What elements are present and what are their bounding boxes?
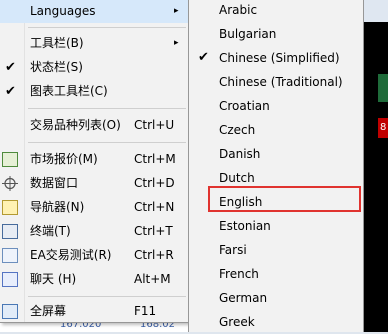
navigator-icon — [2, 200, 18, 215]
language-label: Chinese (Traditional) — [219, 75, 343, 89]
chart-price-tag: 8 — [378, 118, 388, 138]
strategy-tester-icon — [2, 248, 18, 263]
menu-item-label: 导航器(N) — [30, 200, 85, 214]
fullscreen-icon — [2, 304, 18, 319]
language-item-chinese-simplified[interactable]: ✔ Chinese (Simplified) — [189, 46, 363, 70]
language-label: Bulgarian — [219, 27, 277, 41]
language-label: Czech — [219, 123, 256, 137]
menu-shortcut: Ctrl+U — [134, 118, 175, 132]
language-label: German — [219, 291, 268, 305]
menu-shortcut: Ctrl+D — [134, 176, 175, 190]
crosshair-icon — [2, 176, 18, 191]
menu-item-label: 市场报价(M) — [30, 152, 98, 166]
english-highlight-box — [208, 186, 361, 212]
menu-item-market-watch[interactable]: 市场报价(M) Ctrl+M — [0, 148, 188, 171]
terminal-icon — [2, 224, 18, 239]
check-icon: ✔ — [5, 60, 16, 75]
menu-shortcut: Ctrl+M — [134, 152, 176, 166]
language-label: Farsi — [219, 243, 247, 257]
menu-item-label: EA交易测试(R) — [30, 248, 112, 262]
menu-shortcut: Ctrl+T — [134, 224, 173, 238]
submenu-arrow-icon: ▸ — [174, 6, 179, 16]
menu-item-languages[interactable]: Languages ▸ — [0, 0, 188, 23]
menu-separator — [28, 296, 186, 297]
menu-item-label: 图表工具栏(C) — [30, 84, 108, 98]
language-item-farsi[interactable]: Farsi — [189, 238, 363, 262]
language-item-arabic[interactable]: Arabic — [189, 0, 363, 22]
language-item-french[interactable]: French — [189, 262, 363, 286]
menu-separator — [28, 108, 186, 109]
chart-marker-green — [378, 74, 388, 102]
language-label: Chinese (Simplified) — [219, 51, 340, 65]
menu-item-label: Languages — [30, 4, 96, 18]
menu-separator — [28, 142, 186, 143]
menu-item-label: 聊天 (H) — [30, 272, 77, 286]
check-icon: ✔ — [198, 50, 209, 65]
menu-shortcut: F11 — [134, 304, 157, 318]
menu-item-toolbars[interactable]: 工具栏(B) ▸ — [0, 32, 188, 55]
menu-shortcut: Ctrl+N — [134, 200, 175, 214]
menu-item-label: 工具栏(B) — [30, 36, 84, 50]
language-item-croatian[interactable]: Croatian — [189, 94, 363, 118]
menu-item-symbols[interactable]: 交易品种列表(O) Ctrl+U — [0, 114, 188, 137]
language-item-german[interactable]: German — [189, 286, 363, 310]
language-item-danish[interactable]: Danish — [189, 142, 363, 166]
menu-shortcut: Ctrl+R — [134, 248, 174, 262]
language-label: Greek — [219, 315, 255, 329]
languages-submenu: Arabic Bulgarian ✔ Chinese (Simplified) … — [188, 0, 364, 332]
menu-item-status-bar[interactable]: ✔ 状态栏(S) — [0, 56, 188, 79]
language-item-chinese-traditional[interactable]: Chinese (Traditional) — [189, 70, 363, 94]
language-item-greek[interactable]: Greek — [189, 310, 363, 334]
view-menu: Languages ▸ 工具栏(B) ▸ ✔ 状态栏(S) ✔ 图表工具栏(C)… — [0, 0, 189, 323]
language-label: Estonian — [219, 219, 271, 233]
menu-item-navigator[interactable]: 导航器(N) Ctrl+N — [0, 196, 188, 219]
language-item-bulgarian[interactable]: Bulgarian — [189, 22, 363, 46]
menu-item-chat[interactable]: 聊天 (H) Alt+M — [0, 268, 188, 291]
menu-item-label: 全屏幕 — [30, 304, 67, 318]
menu-item-label: 数据窗口 — [30, 176, 79, 190]
menu-item-data-window[interactable]: 数据窗口 Ctrl+D — [0, 172, 188, 195]
language-label: Danish — [219, 147, 261, 161]
check-icon: ✔ — [5, 84, 16, 99]
language-item-estonian[interactable]: Estonian — [189, 214, 363, 238]
menu-item-terminal[interactable]: 终端(T) Ctrl+T — [0, 220, 188, 243]
chat-icon — [2, 272, 18, 287]
language-item-czech[interactable]: Czech — [189, 118, 363, 142]
menu-separator — [28, 27, 186, 28]
menu-item-strategy-tester[interactable]: EA交易测试(R) Ctrl+R — [0, 244, 188, 267]
language-label: Arabic — [219, 3, 258, 17]
language-label: Croatian — [219, 99, 270, 113]
submenu-arrow-icon: ▸ — [174, 38, 179, 48]
menu-item-chart-toolbar[interactable]: ✔ 图表工具栏(C) — [0, 80, 188, 103]
language-label: French — [219, 267, 259, 281]
menu-shortcut: Alt+M — [134, 272, 171, 286]
menu-item-label: 状态栏(S) — [30, 60, 83, 74]
menu-item-fullscreen[interactable]: 全屏幕 F11 — [0, 300, 188, 323]
menu-item-label: 终端(T) — [30, 224, 71, 238]
menu-item-label: 交易品种列表(O) — [30, 118, 121, 132]
market-watch-icon — [2, 152, 18, 167]
chart-area: 8 — [364, 22, 388, 332]
